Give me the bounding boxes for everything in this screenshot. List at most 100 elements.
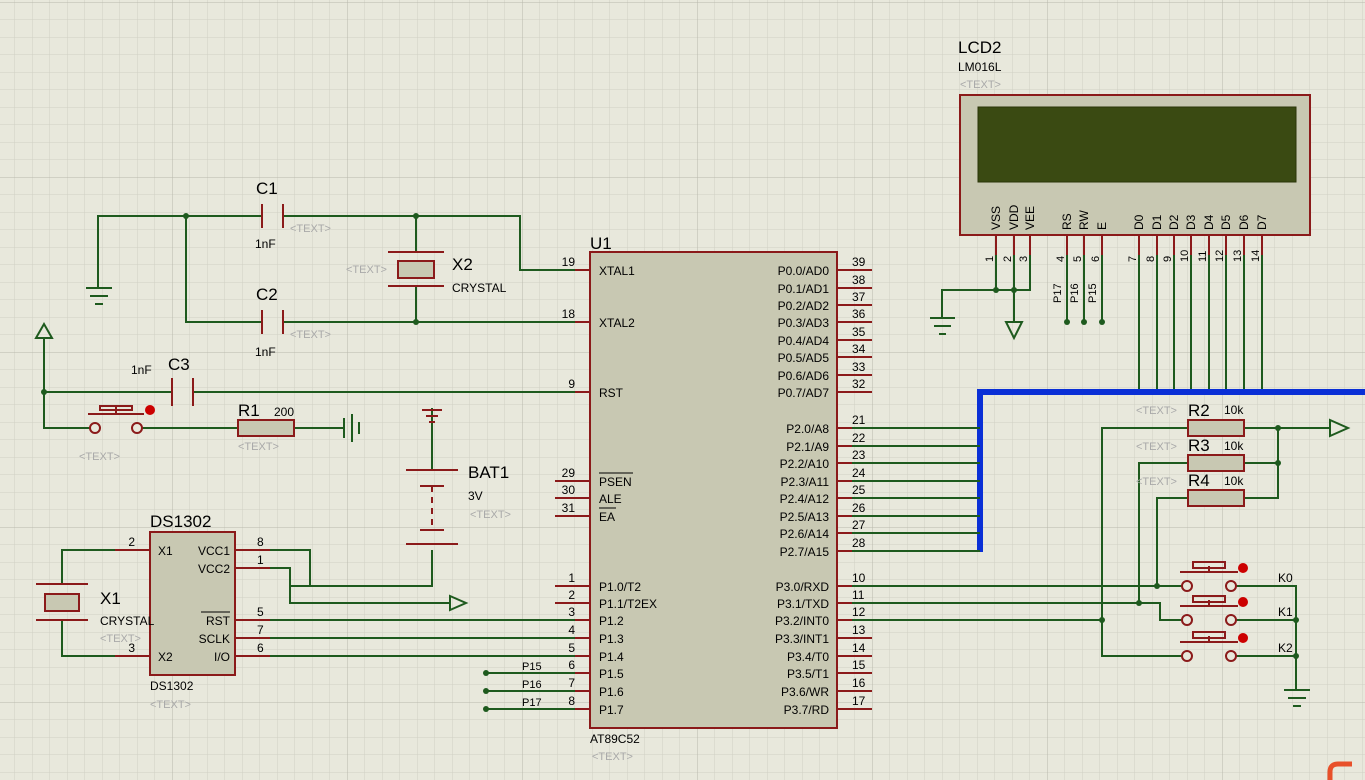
schematic-canvas[interactable]: LCD2 LM016L <TEXT> VSS 1 VDD 2 VEE 3 RS 4 RW 5 E 6 D…: [0, 0, 1365, 780]
svg-text:D0: D0: [1132, 214, 1146, 230]
bat1-ref: BAT1: [468, 463, 509, 482]
svg-text:23: 23: [852, 448, 866, 462]
svg-text:P3.5/T1: P3.5/T1: [787, 667, 829, 681]
svg-text:35: 35: [852, 325, 866, 339]
svg-text:15: 15: [852, 658, 866, 672]
svg-text:VEE: VEE: [1023, 206, 1037, 230]
svg-text:19: 19: [562, 255, 576, 269]
svg-text:PSEN: PSEN: [599, 475, 632, 489]
c1-ref: C1: [256, 179, 278, 198]
svg-text:4: 4: [1055, 256, 1067, 262]
svg-text:RW: RW: [1077, 210, 1091, 230]
svg-text:P2.1/A9: P2.1/A9: [786, 440, 829, 454]
r3-value: 10k: [1224, 439, 1244, 453]
r2-text-placeholder: <TEXT>: [1136, 405, 1177, 417]
svg-text:6: 6: [568, 658, 575, 672]
svg-text:5: 5: [257, 605, 264, 619]
svg-text:P17: P17: [522, 697, 542, 709]
svg-text:P17: P17: [1052, 283, 1064, 303]
svg-text:14: 14: [1250, 250, 1262, 262]
c3-value: 1nF: [131, 363, 152, 377]
svg-text:14: 14: [852, 641, 866, 655]
svg-text:D2: D2: [1167, 214, 1181, 230]
svg-text:37: 37: [852, 290, 866, 304]
c1-text-placeholder: <TEXT>: [290, 223, 331, 235]
svg-text:11: 11: [852, 588, 865, 602]
svg-text:5: 5: [568, 641, 575, 655]
svg-text:8: 8: [257, 535, 264, 549]
c2-value: 1nF: [255, 345, 276, 359]
svg-text:P3.7/RD: P3.7/RD: [784, 703, 830, 717]
net-label-p15: P15: [1087, 283, 1099, 303]
svg-text:P3.6/WR: P3.6/WR: [781, 685, 829, 699]
svg-text:1: 1: [257, 553, 264, 567]
r2-ref: R2: [1188, 401, 1210, 420]
x2-ref: X2: [452, 255, 473, 274]
svg-text:I/O: I/O: [214, 650, 230, 664]
bat1-value: 3V: [468, 489, 483, 503]
svg-text:P0.0/AD0: P0.0/AD0: [778, 264, 830, 278]
svg-text:P0.7/AD7: P0.7/AD7: [778, 386, 830, 400]
svg-text:EA: EA: [599, 510, 615, 524]
svg-text:17: 17: [852, 694, 866, 708]
svg-text:P1.5: P1.5: [599, 667, 624, 681]
svg-text:13: 13: [1232, 250, 1244, 262]
svg-text:16: 16: [852, 676, 866, 690]
r1-value: 200: [274, 405, 294, 419]
svg-text:10: 10: [1179, 250, 1191, 262]
svg-text:P2.4/A12: P2.4/A12: [780, 492, 830, 506]
svg-text:26: 26: [852, 501, 866, 515]
u1-microcontroller[interactable]: U1 AT89C52 <TEXT> 19XTAL118XTAL29RST29PS…: [555, 234, 872, 763]
svg-text:P2.0/A8: P2.0/A8: [786, 422, 829, 436]
svg-text:1: 1: [568, 571, 575, 585]
svg-text:6: 6: [257, 641, 264, 655]
svg-text:RST: RST: [599, 386, 624, 400]
svg-text:36: 36: [852, 307, 866, 321]
svg-text:P15: P15: [1087, 283, 1099, 303]
svg-text:12: 12: [852, 605, 866, 619]
svg-text:P3.2/INT0: P3.2/INT0: [775, 614, 829, 628]
svg-text:38: 38: [852, 273, 866, 287]
svg-text:31: 31: [562, 501, 576, 515]
svg-text:33: 33: [852, 360, 866, 374]
svg-text:2: 2: [568, 588, 575, 602]
svg-text:X1: X1: [158, 544, 173, 558]
r1-ref: R1: [238, 401, 260, 420]
svg-text:P2.7/A15: P2.7/A15: [780, 545, 830, 559]
svg-text:VCC2: VCC2: [198, 562, 230, 576]
svg-text:28: 28: [852, 536, 866, 550]
lcd-screen: [977, 106, 1297, 183]
svg-text:X2: X2: [158, 650, 173, 664]
svg-text:P2.3/A11: P2.3/A11: [781, 475, 830, 489]
net-label-p17: P17: [1052, 283, 1064, 303]
svg-text:7: 7: [568, 676, 575, 690]
svg-text:P1.6: P1.6: [599, 685, 624, 699]
lcd-model: LM016L: [958, 60, 1002, 74]
c2-ref: C2: [256, 285, 278, 304]
svg-text:13: 13: [852, 623, 866, 637]
key-label: K1: [1278, 605, 1293, 619]
svg-text:12: 12: [1214, 250, 1226, 262]
svg-text:9: 9: [1162, 256, 1174, 262]
u1-ref: U1: [590, 234, 612, 253]
svg-text:22: 22: [852, 431, 866, 445]
r4-value: 10k: [1224, 474, 1244, 488]
bat1-text-placeholder: <TEXT>: [470, 509, 511, 521]
svg-text:P3.4/T0: P3.4/T0: [787, 650, 829, 664]
c2-text-placeholder: <TEXT>: [290, 329, 331, 341]
svg-text:9: 9: [568, 377, 575, 391]
r4-text-placeholder: <TEXT>: [1136, 476, 1177, 488]
svg-text:34: 34: [852, 342, 866, 356]
key-label: K2: [1278, 641, 1293, 655]
svg-text:24: 24: [852, 466, 866, 480]
svg-text:7: 7: [257, 623, 264, 637]
x1-value: CRYSTAL: [100, 614, 155, 628]
svg-text:RS: RS: [1060, 213, 1074, 230]
ds1302-text-placeholder: <TEXT>: [150, 699, 191, 711]
svg-text:P1.7: P1.7: [599, 703, 624, 717]
svg-text:29: 29: [562, 466, 576, 480]
svg-text:ALE: ALE: [599, 492, 622, 506]
svg-text:18: 18: [562, 307, 576, 321]
r3-text-placeholder: <TEXT>: [1136, 441, 1177, 453]
svg-text:P2.6/A14: P2.6/A14: [780, 527, 830, 541]
